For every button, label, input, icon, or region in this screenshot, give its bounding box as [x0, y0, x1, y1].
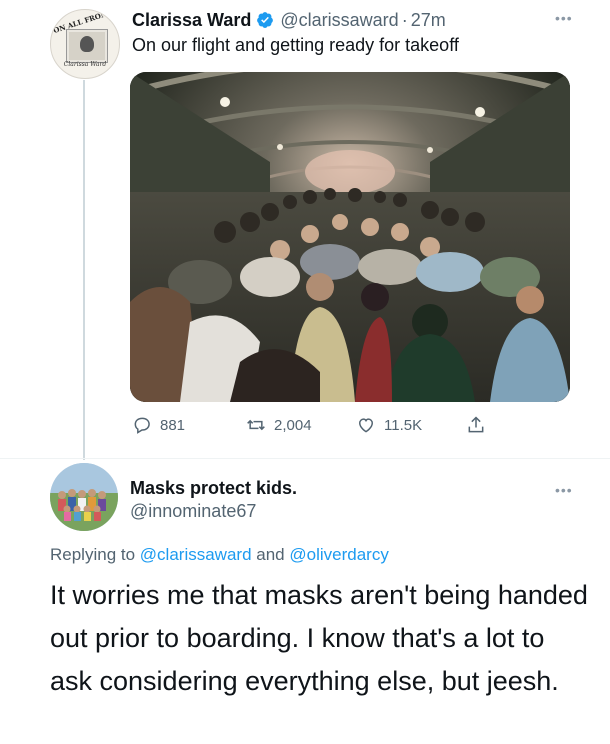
reply-text: It worries me that masks aren't being ha… [50, 580, 588, 696]
tweet-timestamp[interactable]: 27m [411, 10, 446, 31]
share-action[interactable] [466, 415, 494, 435]
reply-author-name[interactable]: Masks protect kids. [130, 478, 297, 499]
heart-icon [358, 418, 374, 433]
more-options-icon[interactable]: ••• [555, 10, 573, 26]
reply-more-options-icon[interactable]: ••• [555, 482, 573, 498]
tweet-divider [0, 458, 610, 459]
reply-action[interactable]: 881 [132, 415, 185, 435]
verified-badge-icon [257, 12, 274, 28]
avatar-portrait [67, 30, 107, 62]
retweet-icon [247, 419, 265, 431]
replying-to-prefix: Replying to [50, 545, 136, 564]
author-name[interactable]: Clarissa Ward [132, 10, 251, 31]
share-icon [468, 416, 484, 433]
retweet-count: 2,004 [274, 416, 312, 434]
header-separator: · [401, 9, 408, 30]
avatar-signature: Clarissa Ward [63, 61, 107, 68]
reply-author-avatar[interactable] [50, 463, 118, 531]
group-photo-avatar-image [50, 463, 118, 531]
like-action[interactable]: 11.5K [356, 415, 422, 435]
author-avatar[interactable]: ON ALL FRONTS Clarissa Ward [50, 9, 120, 79]
mention-link-1[interactable]: @clarissaward [140, 545, 252, 564]
reply-author-handle[interactable]: @innominate67 [130, 501, 256, 522]
like-count: 11.5K [384, 416, 423, 434]
aircraft-cabin-image [130, 72, 570, 402]
replying-to-line: Replying to @clarissaward and @oliverdar… [50, 545, 389, 565]
tweet-header: Clarissa Ward @clarissaward · 27m [132, 8, 446, 32]
tweet-text: On our flight and getting ready for take… [132, 35, 459, 55]
thread-connector-line [83, 80, 85, 460]
reply-count: 881 [160, 416, 186, 434]
retweet-action[interactable]: 2,004 [246, 415, 312, 435]
author-handle[interactable]: @clarissaward [280, 10, 398, 31]
replying-to-and: and [256, 545, 285, 564]
mention-link-2[interactable]: @oliverdarcy [289, 545, 388, 564]
reply-icon [134, 417, 150, 434]
tweet-photo[interactable] [130, 72, 570, 402]
